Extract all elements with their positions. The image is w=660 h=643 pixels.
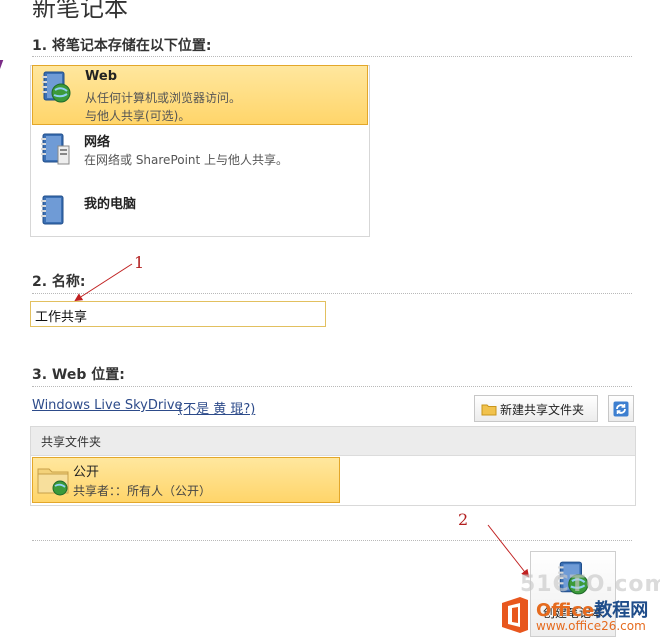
annotation-arrow-2 <box>487 524 530 578</box>
storage-location-list: Web 从任何计算机或浏览器访问。 与他人共享(可选)。 网络 在网络或 Sha… <box>30 65 370 237</box>
folder-public[interactable]: 公开 共享者：：所有人（公开） <box>32 457 340 503</box>
refresh-button[interactable] <box>608 395 634 422</box>
location-web[interactable]: Web 从任何计算机或浏览器访问。 与他人共享(可选)。 <box>32 65 368 125</box>
section-name-title: 2. 名称: <box>32 274 86 290</box>
network-notebook-icon <box>41 133 70 165</box>
section-web-location-title: 3. Web 位置: <box>32 367 125 383</box>
location-my-computer-name: 我的电脑 <box>84 197 137 212</box>
folder-public-desc: 共享者：：所有人（公开） <box>73 484 212 498</box>
page-title: 新笔记本 <box>32 0 128 22</box>
folder-icon <box>481 404 497 416</box>
notebook-icon <box>41 195 64 225</box>
section-storage-title: 1. 将笔记本存储在以下位置: <box>32 38 212 54</box>
shared-folders-header-label: 共享文件夹 <box>41 435 102 449</box>
office26-watermark: Office教程网 www.office26.com <box>496 594 660 642</box>
shared-folders-header: 共享文件夹 <box>31 427 635 456</box>
shared-folders-panel: 共享文件夹 公开 共享者：：所有人（公开） <box>30 426 636 506</box>
divider <box>32 293 632 294</box>
divider <box>32 386 632 387</box>
skydrive-link[interactable]: Windows Live SkyDrive <box>32 398 183 413</box>
brand-name-office: Office <box>536 600 595 621</box>
office-logo-icon <box>502 597 528 633</box>
location-network-name: 网络 <box>84 135 111 150</box>
refresh-icon <box>613 401 629 417</box>
left-accent-bar <box>0 60 6 100</box>
folder-public-name: 公开 <box>73 465 100 480</box>
location-web-desc: 从任何计算机或浏览器访问。 与他人共享(可选)。 <box>85 89 241 125</box>
divider <box>32 56 632 57</box>
location-web-desc-line2: 与他人共享(可选)。 <box>85 109 191 123</box>
shared-folder-icon <box>37 468 69 496</box>
location-web-desc-line1: 从任何计算机或浏览器访问。 <box>85 91 242 105</box>
location-network-desc: 在网络或 SharePoint 上与他人共享。 <box>84 153 289 167</box>
globe-notebook-icon <box>42 71 71 103</box>
new-shared-folder-button[interactable]: 新建共享文件夹 <box>474 395 598 422</box>
brand-name-jiaocheng: 教程网 <box>594 600 649 621</box>
location-web-name: Web <box>85 69 117 84</box>
annotation-1: 1 <box>134 253 145 272</box>
location-my-computer[interactable]: 我的电脑 <box>32 190 368 250</box>
notebook-name-input[interactable]: 工作共享 <box>30 301 326 327</box>
not-user-link[interactable]: (不是 黄 琨?) <box>178 398 255 417</box>
brand-url: www.office26.com <box>536 619 646 633</box>
location-network[interactable]: 网络 在网络或 SharePoint 上与他人共享。 <box>32 128 368 188</box>
divider <box>32 540 632 541</box>
new-shared-folder-label: 新建共享文件夹 <box>500 403 585 417</box>
annotation-2: 2 <box>458 510 469 529</box>
